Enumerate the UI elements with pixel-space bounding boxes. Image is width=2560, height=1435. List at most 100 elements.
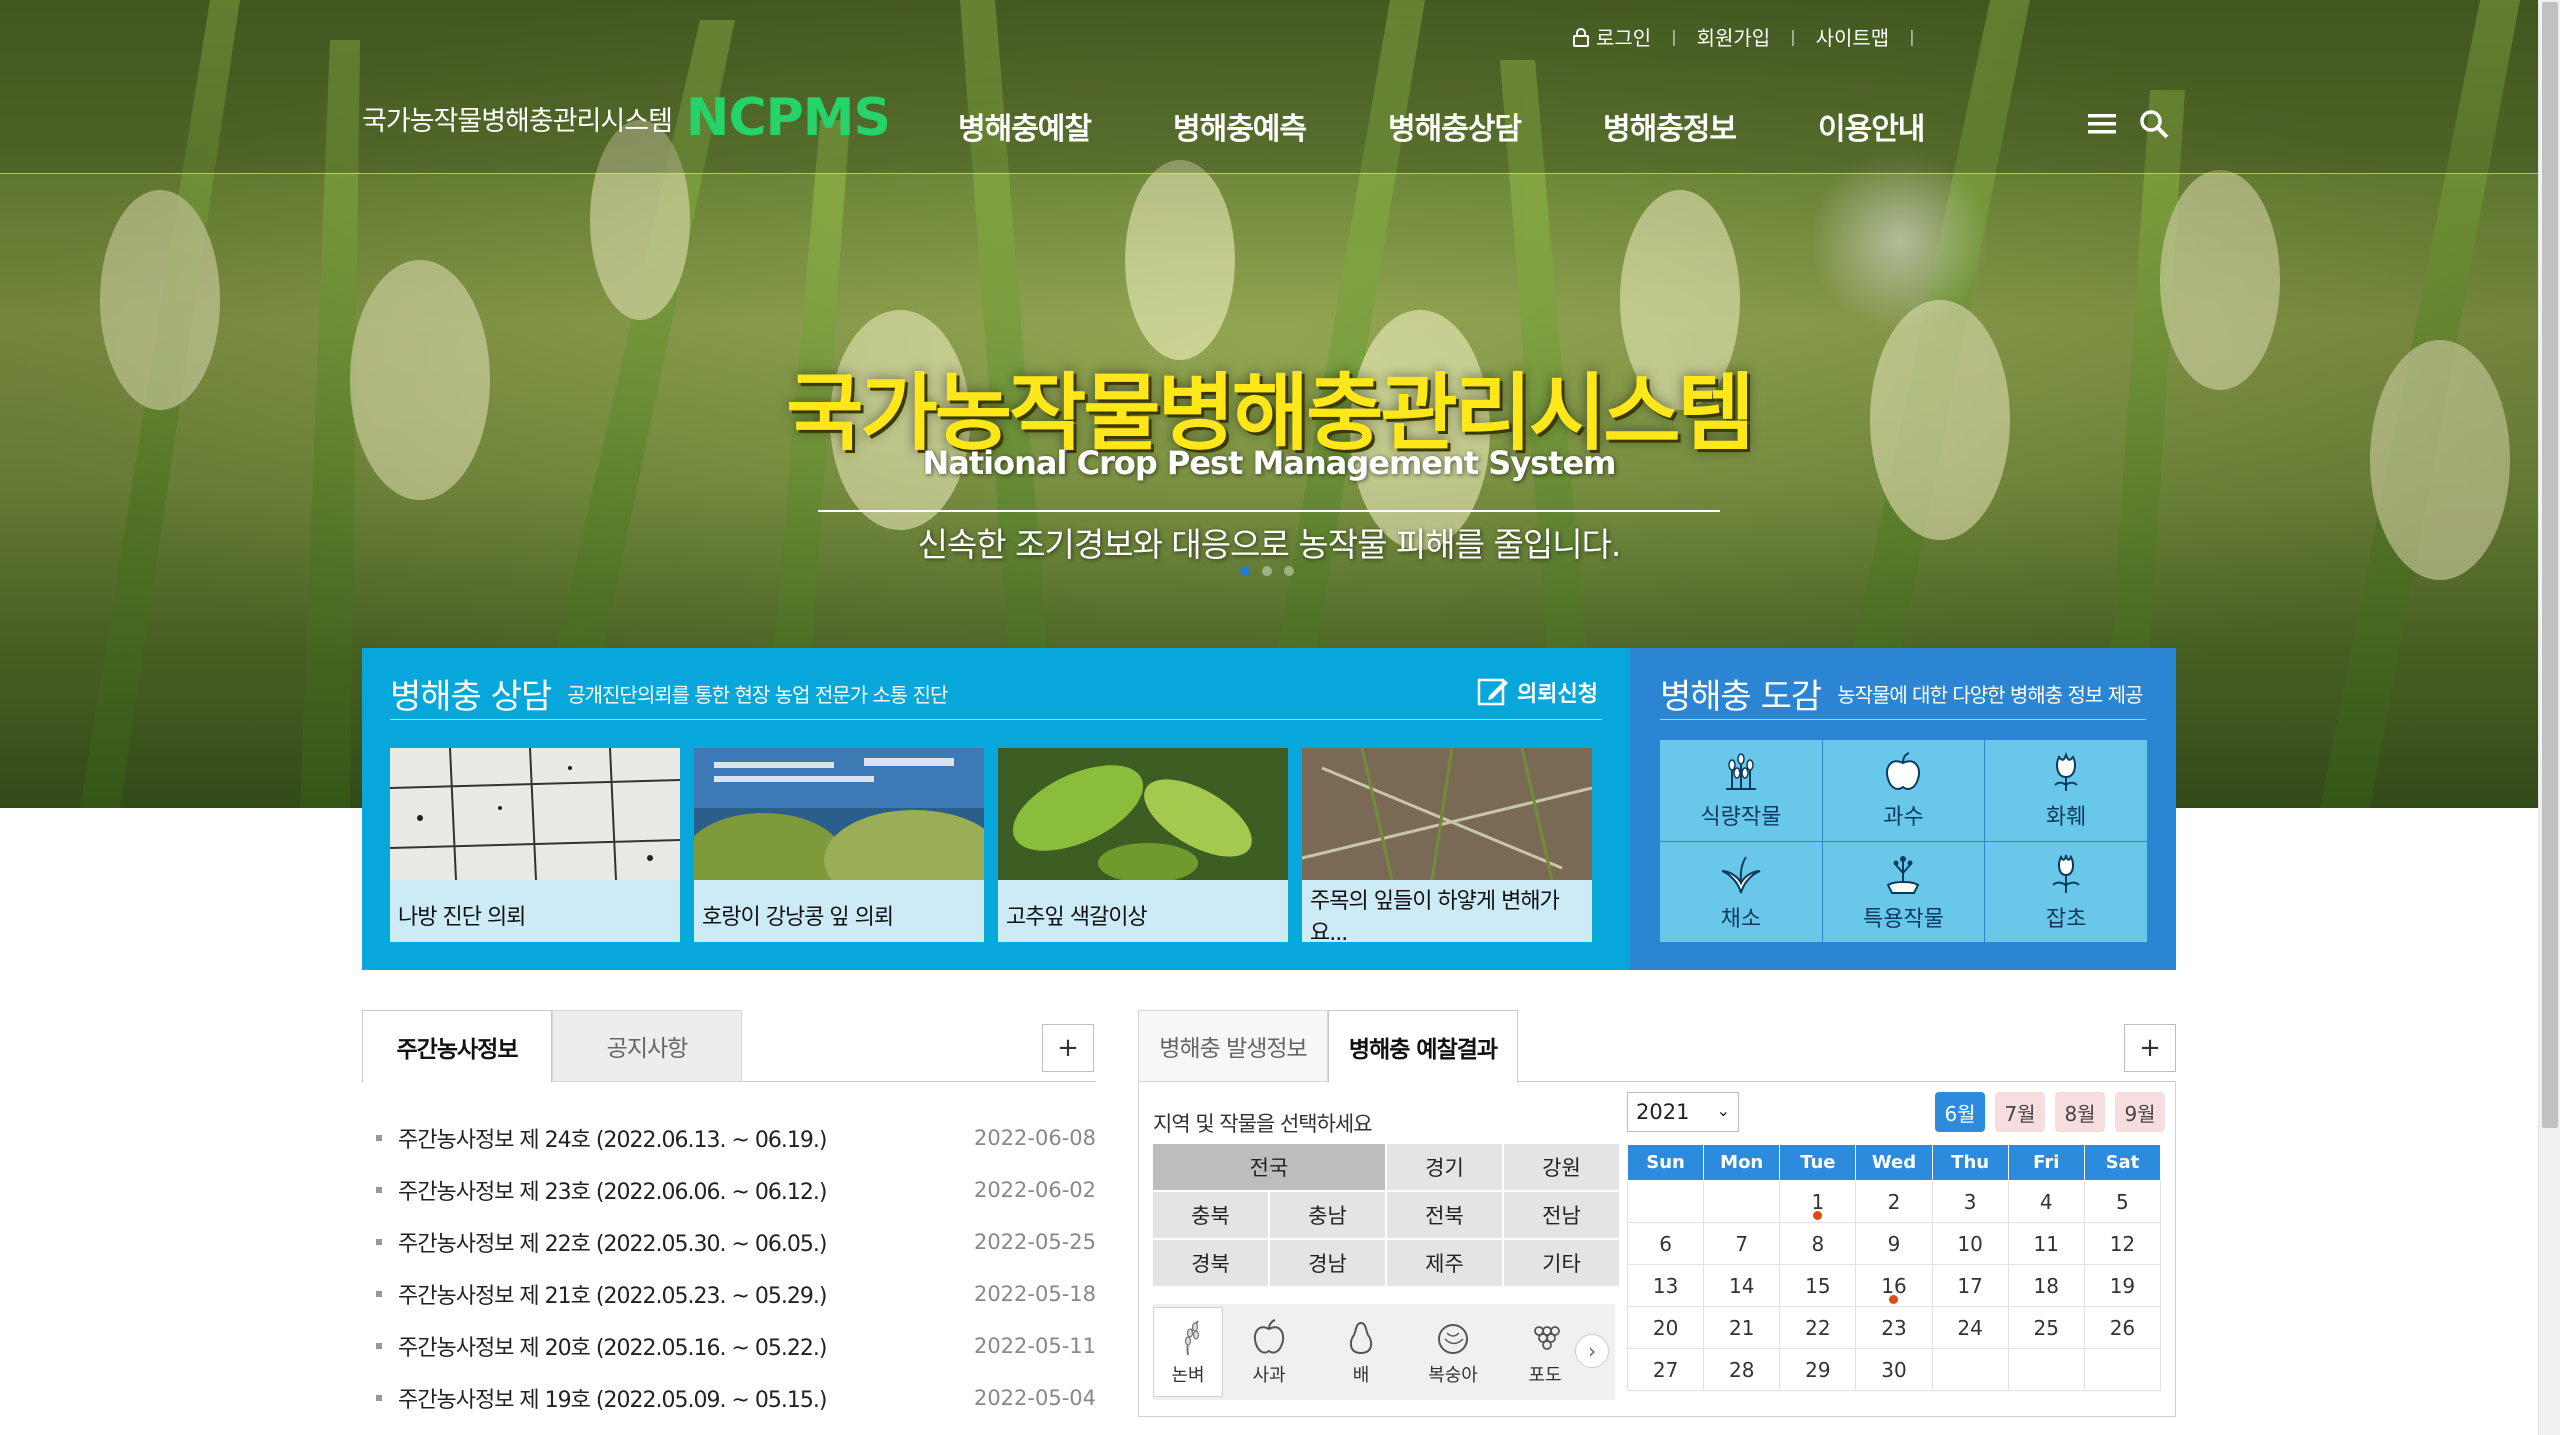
login-link[interactable]: 로그인 (1572, 22, 1651, 51)
calendar-day[interactable]: 30 (1855, 1348, 1933, 1391)
calendar-empty-cell (1626, 1180, 1705, 1223)
calendar-day[interactable]: 10 (1931, 1222, 2009, 1265)
category-weeds[interactable]: 잡초 (1985, 841, 2147, 942)
region-chungbuk[interactable]: 충북 (1153, 1192, 1268, 1238)
calendar-day[interactable]: 12 (2083, 1222, 2162, 1265)
news-item[interactable]: 주간농사정보 제 19호 (2022.05.09. ~ 05.15.) 2022-… (362, 1372, 1096, 1424)
request-diagnosis-button[interactable]: 의뢰신청 (1477, 676, 1598, 708)
calendar-day[interactable]: 22 (1779, 1306, 1857, 1349)
page-scrollbar[interactable] (2538, 0, 2560, 1435)
calendar-day[interactable]: 13 (1626, 1264, 1705, 1307)
calendar-day[interactable]: 18 (2007, 1264, 2085, 1307)
slider-dot[interactable] (1262, 566, 1272, 576)
calendar-day[interactable]: 11 (2007, 1222, 2085, 1265)
calendar-day-number: 27 (1652, 1357, 1679, 1382)
menu-icon[interactable] (2086, 108, 2118, 140)
calendar-day[interactable]: 4 (2007, 1180, 2085, 1223)
calendar-day[interactable]: 7 (1703, 1222, 1781, 1265)
crop-apple[interactable]: 사과 (1223, 1306, 1315, 1398)
news-more-button[interactable]: + (1042, 1024, 1094, 1072)
calendar-day[interactable]: 2 (1855, 1180, 1933, 1223)
crop-rice[interactable]: 논벼 (1153, 1307, 1223, 1397)
calendar-day[interactable]: 3 (1931, 1180, 2009, 1223)
calendar-day[interactable]: 23 (1855, 1306, 1933, 1349)
calendar-day[interactable]: 20 (1626, 1306, 1705, 1349)
category-fruit-trees[interactable]: 과수 (1822, 740, 1985, 841)
consult-card[interactable]: 나방 진단 의뢰 (389, 747, 681, 942)
category-food-crops[interactable]: 식량작물 (1660, 740, 1822, 841)
calendar-day[interactable]: 19 (2083, 1264, 2162, 1307)
region-gyeongnam[interactable]: 경남 (1270, 1240, 1385, 1286)
calendar-day-number: 14 (1728, 1273, 1755, 1298)
tab-weekly-farming-info[interactable]: 주간농사정보 (362, 1010, 552, 1083)
search-icon[interactable] (2138, 108, 2170, 140)
region-gyeongbuk[interactable]: 경북 (1153, 1240, 1268, 1286)
slider-dot-active[interactable] (1240, 566, 1250, 576)
news-item[interactable]: 주간농사정보 제 21호 (2022.05.23. ~ 05.29.) 2022-… (362, 1268, 1096, 1320)
sitemap-link[interactable]: 사이트맵 (1816, 22, 1890, 51)
site-logo[interactable]: 국가농작물병해충관리시스템 NCPMS (362, 88, 891, 148)
region-jeju[interactable]: 제주 (1387, 1240, 1502, 1286)
nav-item-monitoring[interactable]: 병해충예찰 (958, 104, 1173, 148)
region-gangwon[interactable]: 강원 (1504, 1144, 1619, 1190)
calendar-day[interactable]: 25 (2007, 1306, 2085, 1349)
calendar-day[interactable]: 15 (1779, 1264, 1857, 1307)
tab-pest-occurrence[interactable]: 병해충 발생정보 (1138, 1010, 1328, 1082)
nav-item-forecast[interactable]: 병해충예측 (1173, 104, 1388, 148)
month-august[interactable]: 8월 (2055, 1092, 2105, 1132)
consult-card[interactable]: 고추잎 색갈이상 (998, 748, 1288, 942)
consult-title: 병해충 상담 (390, 677, 552, 717)
category-label: 특용작물 (1863, 906, 1944, 932)
region-jeonnam[interactable]: 전남 (1504, 1192, 1619, 1238)
category-vegetables[interactable]: 채소 (1660, 841, 1822, 942)
crop-peach[interactable]: 복숭아 (1407, 1306, 1499, 1398)
forecast-more-button[interactable]: + (2124, 1024, 2176, 1072)
calendar-day[interactable]: 17 (1931, 1264, 2009, 1307)
consult-card[interactable]: 주목의 잎들이 하얗게 변해가요... (1301, 747, 1593, 946)
region-gyeonggi[interactable]: 경기 (1387, 1144, 1502, 1190)
calendar-day[interactable]: 16 (1855, 1264, 1933, 1307)
year-select[interactable]: 2021 ⌄ (1627, 1092, 1739, 1132)
month-june[interactable]: 6월 (1935, 1092, 1985, 1132)
consult-card[interactable]: 호랑이 강낭콩 잎 의뢰 (684, 748, 1004, 942)
consult-header: 병해충 상담 공개진단의뢰를 통한 현장 농업 전문가 소통 진단 의뢰신청 (390, 668, 1602, 720)
month-september[interactable]: 9월 (2115, 1092, 2165, 1132)
category-flowers[interactable]: 화훼 (1985, 740, 2147, 841)
region-jeonbuk[interactable]: 전북 (1387, 1192, 1502, 1238)
nav-item-guide[interactable]: 이용안내 (1818, 104, 2033, 148)
calendar-day[interactable]: 21 (1703, 1306, 1781, 1349)
calendar-day[interactable]: 6 (1626, 1222, 1705, 1265)
region-other[interactable]: 기타 (1504, 1240, 1619, 1286)
apple-icon (1253, 1319, 1285, 1354)
calendar-day[interactable]: 5 (2083, 1180, 2162, 1223)
calendar-empty-cell (1931, 1348, 2009, 1391)
calendar-day[interactable]: 29 (1779, 1348, 1857, 1391)
chevron-right-icon[interactable]: › (1575, 1334, 1609, 1368)
tab-pest-monitoring-results[interactable]: 병해충 예찰결과 (1328, 1010, 1518, 1083)
region-chungnam[interactable]: 충남 (1270, 1192, 1385, 1238)
news-item[interactable]: 주간농사정보 제 24호 (2022.06.13. ~ 06.19.) 2022-… (362, 1112, 1096, 1164)
calendar-day[interactable]: 14 (1703, 1264, 1781, 1307)
nav-item-consult[interactable]: 병해충상담 (1388, 104, 1603, 148)
calendar-day[interactable]: 24 (1931, 1306, 2009, 1349)
flower-icon (2054, 752, 2078, 792)
slider-dot[interactable] (1284, 566, 1294, 576)
month-july[interactable]: 7월 (1995, 1092, 2045, 1132)
news-item[interactable]: 주간농사정보 제 23호 (2022.06.06. ~ 06.12.) 2022-… (362, 1164, 1096, 1216)
calendar-day[interactable]: 26 (2083, 1306, 2162, 1349)
crop-pear[interactable]: 배 (1315, 1306, 1407, 1398)
calendar-day[interactable]: 28 (1703, 1348, 1781, 1391)
scrollbar-thumb[interactable] (2542, 2, 2558, 1128)
calendar-day[interactable]: 27 (1626, 1348, 1705, 1391)
news-item[interactable]: 주간농사정보 제 20호 (2022.05.16. ~ 05.22.) 2022-… (362, 1320, 1096, 1372)
tab-notices[interactable]: 공지사항 (552, 1010, 742, 1082)
join-link[interactable]: 회원가입 (1697, 22, 1771, 51)
region-nationwide[interactable]: 전국 (1153, 1144, 1385, 1190)
calendar-day[interactable]: 8 (1779, 1222, 1857, 1265)
nav-item-info[interactable]: 병해충정보 (1603, 104, 1818, 148)
news-item[interactable]: 주간농사정보 제 22호 (2022.05.30. ~ 06.05.) 2022-… (362, 1216, 1096, 1268)
calendar-day[interactable]: 9 (1855, 1222, 1933, 1265)
calendar-day-number: 1 (1811, 1189, 1825, 1214)
category-special-crops[interactable]: 특용작물 (1822, 841, 1985, 942)
calendar-day[interactable]: 1 (1779, 1180, 1857, 1223)
